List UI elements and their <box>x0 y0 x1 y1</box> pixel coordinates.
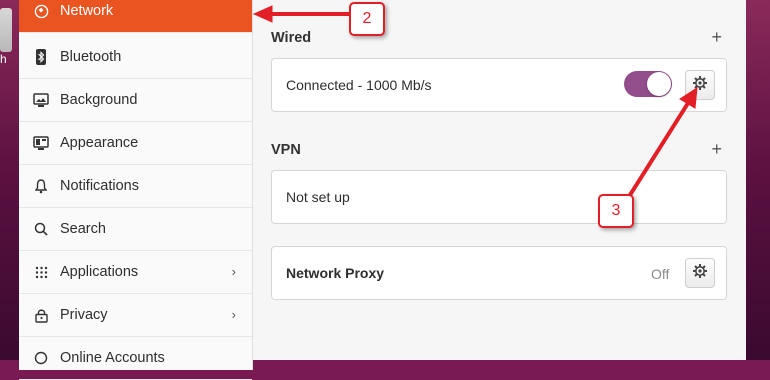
sidebar-item-label: Online Accounts <box>60 350 165 366</box>
chevron-right-icon: › <box>231 264 236 279</box>
network-icon <box>33 3 49 19</box>
sidebar-item-online-accounts[interactable]: Online Accounts <box>19 337 252 380</box>
sidebar-item-notifications[interactable]: Notifications <box>19 165 252 208</box>
sidebar-item-privacy[interactable]: Privacy › <box>19 294 252 337</box>
wired-toggle[interactable] <box>624 71 672 97</box>
sidebar-item-label: Bluetooth <box>60 49 122 65</box>
sidebar-item-label: Privacy <box>60 307 108 323</box>
vpn-row: Not set up <box>271 170 727 224</box>
sidebar-item-label: Appearance <box>60 135 139 151</box>
sidebar-item-search[interactable]: Search <box>19 208 252 251</box>
bell-icon <box>33 178 49 194</box>
search-icon <box>33 221 49 237</box>
wired-status-text: Connected - 1000 Mb/s <box>286 77 432 93</box>
sidebar-item-network[interactable]: Network <box>19 0 252 33</box>
dock-app-icon[interactable] <box>0 8 12 52</box>
annotation-callout-3: 3 <box>598 194 634 228</box>
appearance-icon <box>33 135 49 151</box>
wired-section-title: Wired <box>271 30 312 46</box>
chevron-right-icon: › <box>231 307 236 322</box>
vpn-status-text: Not set up <box>286 189 350 205</box>
accounts-icon <box>33 350 49 366</box>
annotation-callout-2: 2 <box>349 2 385 36</box>
wired-connection-row: Connected - 1000 Mb/s <box>271 58 727 112</box>
proxy-state-label: Off <box>651 266 670 282</box>
sidebar-item-label: Applications <box>60 264 139 280</box>
network-proxy-label: Network Proxy <box>286 265 385 281</box>
network-panel: Wired + Connected - 1000 Mb/s VPN + Not … <box>253 0 746 360</box>
lock-icon <box>33 307 49 323</box>
sidebar-item-applications[interactable]: Applications › <box>19 251 252 294</box>
vpn-section-title: VPN <box>271 142 301 158</box>
sidebar-item-appearance[interactable]: Appearance <box>19 122 252 165</box>
sidebar-item-label: Notifications <box>60 178 139 194</box>
sidebar-item-bluetooth[interactable]: Bluetooth <box>19 36 252 79</box>
gear-icon <box>692 75 708 96</box>
network-proxy-row[interactable]: Network Proxy Off <box>271 246 727 300</box>
settings-sidebar: Network Bluetooth Background Appearance … <box>19 0 253 380</box>
dock-app-label: h <box>0 52 7 66</box>
gear-icon <box>692 263 708 284</box>
sidebar-item-label: Background <box>60 92 138 108</box>
proxy-settings-button[interactable] <box>685 258 715 288</box>
toggle-knob <box>647 72 671 96</box>
sidebar-item-label: Network <box>60 3 114 19</box>
sidebar-item-label: Search <box>60 221 106 237</box>
background-icon <box>33 92 49 108</box>
wired-settings-button[interactable] <box>685 70 715 100</box>
bluetooth-icon <box>33 49 49 65</box>
sidebar-item-background[interactable]: Background <box>19 79 252 122</box>
add-vpn-button[interactable]: + <box>711 139 722 160</box>
add-wired-button[interactable]: + <box>711 27 722 48</box>
apps-grid-icon <box>33 264 49 280</box>
